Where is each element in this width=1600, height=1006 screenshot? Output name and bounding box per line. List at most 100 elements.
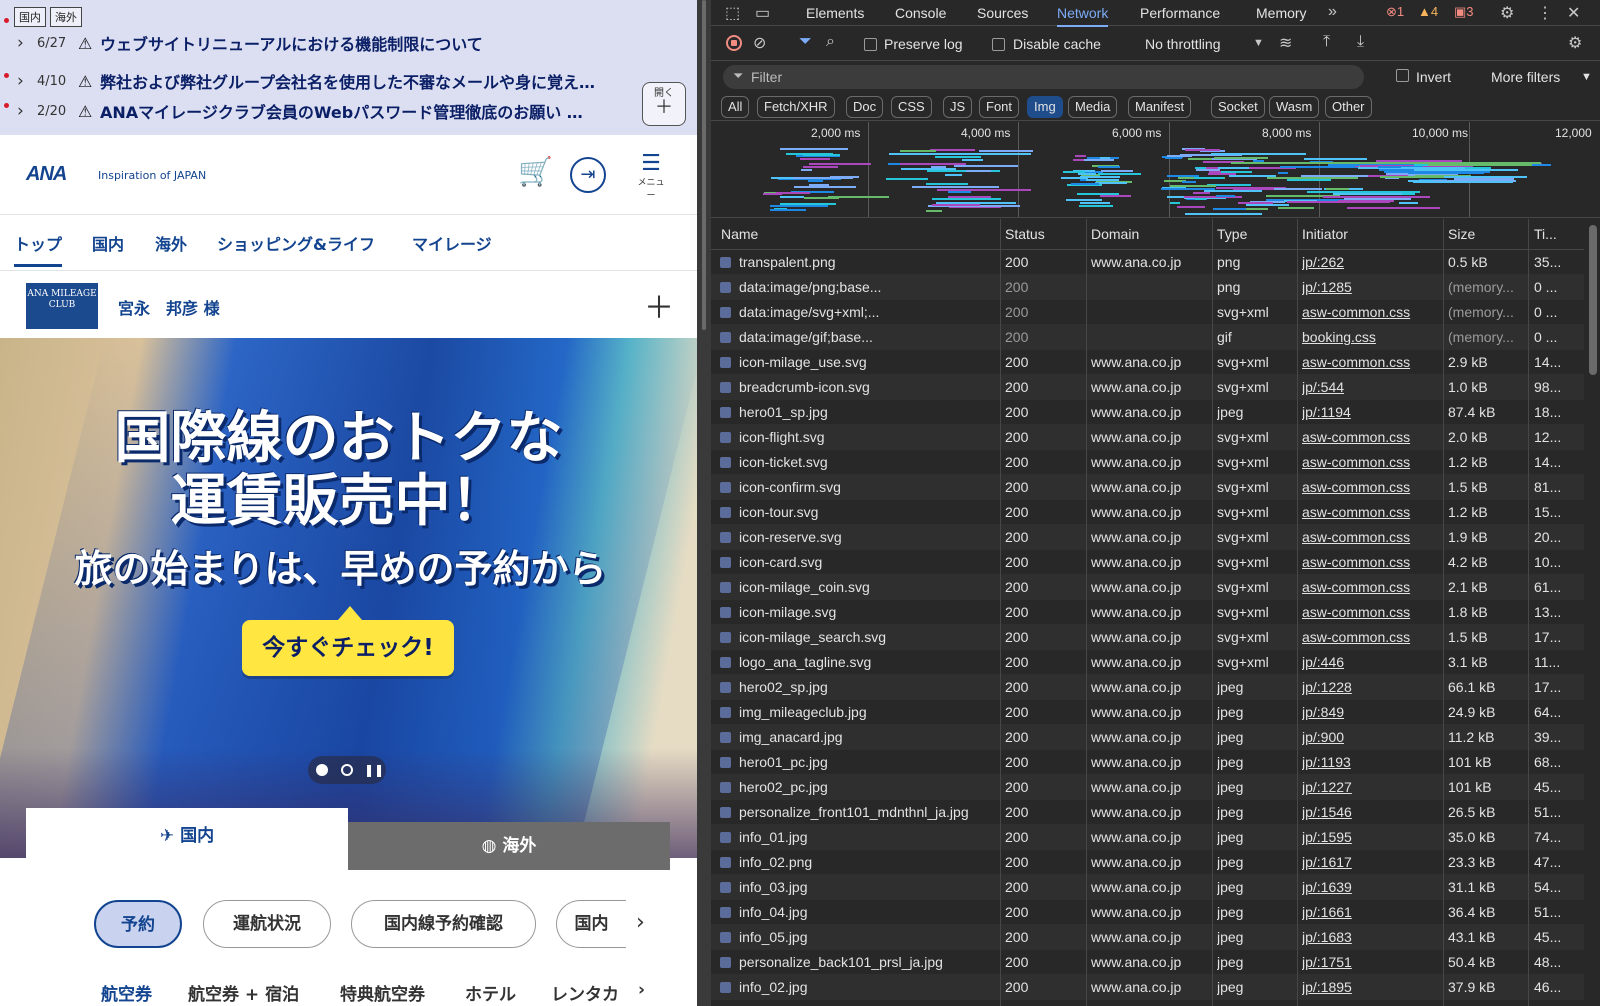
chevron-right-icon[interactable]: ›: [638, 980, 645, 1000]
pill-reserve[interactable]: 予約: [94, 900, 182, 948]
request-initiator[interactable]: jp/:1639: [1302, 879, 1438, 895]
chevron-down-icon[interactable]: ▼: [1253, 37, 1264, 49]
type-media[interactable]: Media: [1068, 96, 1118, 118]
request-initiator[interactable]: jp/:544: [1302, 379, 1438, 395]
table-row[interactable]: icon-milage_use.svg 200 www.ana.co.jp svg+x…: [711, 350, 1584, 375]
table-row[interactable]: hero02_sp.jpg 200 www.ana.co.jp jpeg jp/:122…: [711, 675, 1584, 700]
pill-flight-status[interactable]: 運航状況: [203, 900, 331, 948]
close-icon[interactable]: ✕: [1567, 3, 1580, 23]
request-initiator[interactable]: jp/:1617: [1302, 854, 1438, 870]
request-initiator[interactable]: asw-common.css: [1302, 454, 1438, 470]
nav-tab-domestic[interactable]: 国内: [92, 231, 124, 255]
table-row[interactable]: personalize_back101_prsl_ja.jpg 200 www.an…: [711, 950, 1584, 975]
request-initiator[interactable]: asw-common.css: [1302, 604, 1438, 620]
kebab-menu-icon[interactable]: ⋮: [1537, 3, 1553, 23]
request-initiator[interactable]: jp/:1546: [1302, 804, 1438, 820]
table-row[interactable]: icon-milage_search.svg 200 www.ana.co.jp sv…: [711, 625, 1584, 650]
inspect-icon[interactable]: ⬚: [725, 3, 740, 23]
notice-text[interactable]: ウェブサイトリニューアルにおける機能制限について: [100, 31, 620, 55]
chevron-down-icon[interactable]: ▼: [1581, 71, 1592, 83]
carousel-dot[interactable]: [341, 764, 353, 776]
table-row[interactable]: data:image/svg+xml;... 200 svg+xml asw-comm…: [711, 300, 1584, 325]
table-row[interactable]: logo_ana_tagline.svg 200 www.ana.co.jp svg+…: [711, 650, 1584, 675]
filter-icon[interactable]: ⏷: [799, 33, 812, 51]
request-initiator[interactable]: jp/:262: [1302, 254, 1438, 270]
type-all[interactable]: All: [721, 96, 750, 118]
column-divider[interactable]: [1297, 219, 1298, 1006]
type-manifest[interactable]: Manifest: [1128, 96, 1192, 118]
table-row[interactable]: icon-milage.svg 200 www.ana.co.jp svg+xml as…: [711, 600, 1584, 625]
tab-elements[interactable]: Elements: [806, 5, 864, 21]
gear-icon[interactable]: ⚙: [1500, 3, 1514, 23]
request-initiator[interactable]: asw-common.css: [1302, 529, 1438, 545]
request-initiator[interactable]: jp/:900: [1302, 729, 1438, 745]
request-initiator[interactable]: asw-common.css: [1302, 354, 1438, 370]
invert-checkbox[interactable]: [1396, 69, 1409, 82]
request-initiator[interactable]: jp/:446: [1302, 654, 1438, 670]
type-img[interactable]: Img: [1027, 96, 1063, 118]
request-initiator[interactable]: asw-common.css: [1302, 554, 1438, 570]
type-other[interactable]: Other: [1325, 96, 1372, 118]
expand-plus-icon[interactable]: ＋: [644, 283, 674, 327]
record-icon[interactable]: [726, 35, 742, 51]
network-conditions-icon[interactable]: ≋: [1279, 33, 1292, 53]
table-row[interactable]: icon-milage_coin.svg 200 www.ana.co.jp svg+…: [711, 575, 1584, 600]
table-scrollbar[interactable]: [1588, 219, 1598, 1006]
table-row[interactable]: icon-ticket.svg 200 www.ana.co.jp svg+xml as…: [711, 450, 1584, 475]
notice-item[interactable]: › 4/10 ⚠ 弊社および弊社グループ会社名を使用した不審なメールや身に覚え…: [0, 66, 640, 96]
notice-text[interactable]: 弊社および弊社グループ会社名を使用した不審なメールや身に覚え…: [100, 69, 620, 93]
table-row[interactable]: hero02_pc.jpg 200 www.ana.co.jp jpeg jp/:122…: [711, 775, 1584, 800]
table-row[interactable]: icon-tour.svg 200 www.ana.co.jp svg+xml asw-…: [711, 500, 1584, 525]
column-divider[interactable]: [1000, 219, 1001, 1006]
divider-grip[interactable]: [702, 0, 706, 330]
type-font[interactable]: Font: [979, 96, 1020, 118]
table-row[interactable]: icon-reserve.svg 200 www.ana.co.jp svg+xml a…: [711, 525, 1584, 550]
more-filters-button[interactable]: More filters: [1491, 69, 1560, 85]
upload-icon[interactable]: ⤒: [1323, 33, 1330, 51]
table-row[interactable]: data:image/gif;base... 200 gif booking.css (…: [711, 325, 1584, 350]
tab-performance[interactable]: Performance: [1140, 5, 1220, 21]
request-initiator[interactable]: jp/:849: [1302, 704, 1438, 720]
table-row[interactable]: info_05.jpg 200 www.ana.co.jp jpeg jp/:1683 4…: [711, 925, 1584, 950]
notice-tag-international[interactable]: 海外: [50, 7, 82, 27]
col-time[interactable]: Ti...: [1534, 226, 1557, 242]
table-row[interactable]: info_04.jpg 200 www.ana.co.jp jpeg jp/:1661 3…: [711, 900, 1584, 925]
type-js[interactable]: JS: [943, 96, 973, 118]
error-count-badge[interactable]: ⊗1: [1386, 4, 1404, 20]
tab-network[interactable]: Network: [1057, 5, 1109, 27]
request-initiator[interactable]: jp/:1228: [1302, 679, 1438, 695]
disable-cache-checkbox[interactable]: [992, 38, 1005, 51]
notice-item[interactable]: › 2/20 ⚠ ANAマイレージクラブ会員のWebパスワード管理徹底のお願い …: [0, 96, 640, 126]
more-tabs-icon[interactable]: »: [1328, 3, 1337, 21]
table-row[interactable]: img_mileageclub.jpg 200 www.ana.co.jp jpeg j…: [711, 700, 1584, 725]
request-initiator[interactable]: jp/:1595: [1302, 829, 1438, 845]
tab-sources[interactable]: Sources: [977, 5, 1028, 21]
subnav-flight[interactable]: 航空券: [101, 980, 152, 1005]
notice-open-button[interactable]: 開く ＋: [642, 82, 686, 126]
col-initiator[interactable]: Initiator: [1302, 226, 1348, 242]
request-initiator[interactable]: jp/:1227: [1302, 779, 1438, 795]
request-initiator[interactable]: asw-common.css: [1302, 504, 1438, 520]
request-initiator[interactable]: jp/:1895: [1302, 979, 1438, 995]
table-row[interactable]: breadcrumb-icon.svg 200 www.ana.co.jp svg+x…: [711, 375, 1584, 400]
tab-console[interactable]: Console: [895, 5, 946, 21]
device-toolbar-icon[interactable]: ▭: [755, 3, 770, 23]
table-row[interactable]: data:image/png;base... 200 png jp/:1285 (mem…: [711, 275, 1584, 300]
tab-memory[interactable]: Memory: [1256, 5, 1307, 21]
request-initiator[interactable]: booking.css: [1302, 329, 1438, 345]
request-initiator[interactable]: asw-common.css: [1302, 629, 1438, 645]
subnav-award[interactable]: 特典航空券: [340, 980, 425, 1005]
type-socket[interactable]: Socket: [1211, 96, 1265, 118]
notice-item[interactable]: › 6/27 ⚠ ウェブサイトリニューアルにおける機能制限について: [0, 18, 640, 58]
table-row[interactable]: info_01.jpg 200 www.ana.co.jp jpeg jp/:1595 3…: [711, 825, 1584, 850]
table-row[interactable]: transpalent.png 200 www.ana.co.jp png jp/:26…: [711, 250, 1584, 275]
col-status[interactable]: Status: [1005, 226, 1045, 242]
carousel-dot-active[interactable]: [316, 764, 328, 776]
cart-icon[interactable]: 🛒: [518, 155, 553, 188]
subnav-hotel[interactable]: ホテル: [465, 980, 516, 1005]
table-row[interactable]: personalize_front101_mdnthnl_ja.jpg 200 ww…: [711, 800, 1584, 825]
table-row[interactable]: icon-flight.svg 200 www.ana.co.jp svg+xml as…: [711, 425, 1584, 450]
scrollbar-thumb[interactable]: [1589, 225, 1597, 375]
table-row[interactable]: info_03.jpg 200 www.ana.co.jp jpeg jp/:1639 3…: [711, 875, 1584, 900]
ana-logo[interactable]: ANA: [26, 163, 67, 186]
